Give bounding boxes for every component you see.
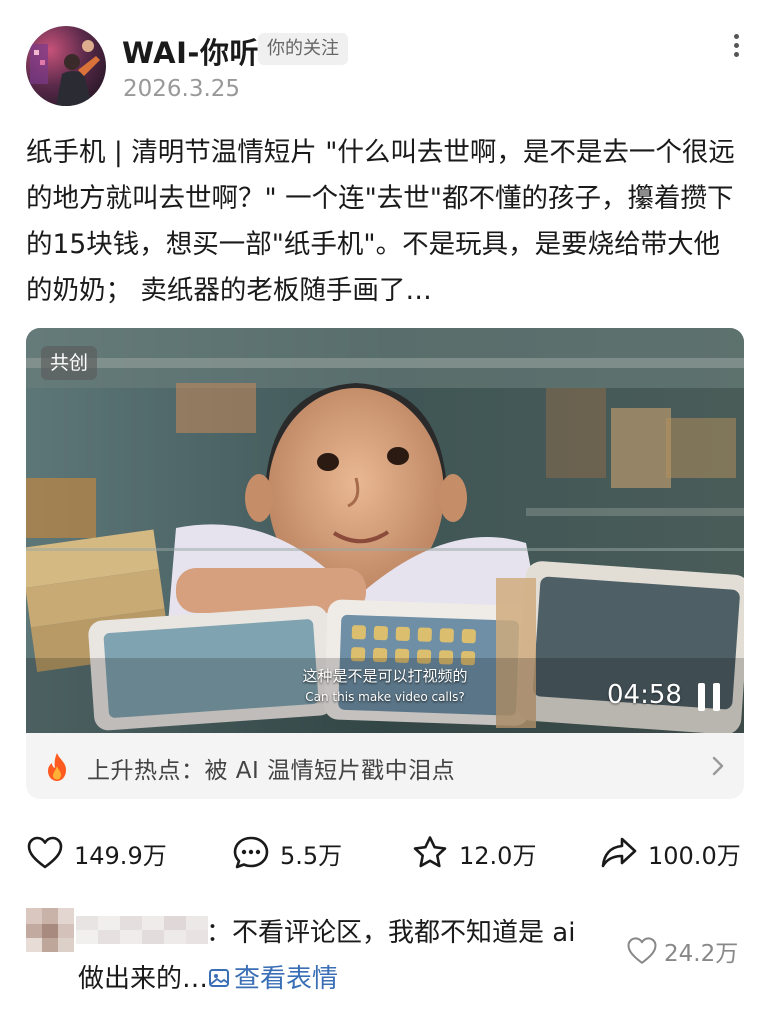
- post-date: 2026.3.25: [123, 76, 241, 102]
- image-icon: [209, 969, 230, 987]
- comment-text: ：不看评论区，我都不知道是 ai 做出来的… 查看表情: [78, 910, 638, 1002]
- heart-icon: [627, 937, 657, 964]
- like-count: 149.9万: [74, 841, 167, 870]
- collab-tag: 共创: [41, 346, 98, 380]
- share-arrow-icon: [601, 837, 637, 868]
- comment-button[interactable]: 5.5万: [232, 832, 342, 874]
- comment-text-line2: 做出来的…: [78, 964, 209, 994]
- comment-count: 5.5万: [280, 841, 343, 870]
- author-avatar[interactable]: [26, 26, 106, 106]
- author-name[interactable]: WAI-你听: [122, 30, 259, 72]
- favorite-button[interactable]: 12.0万: [411, 832, 536, 874]
- comment-text-line1: ：不看评论区，我都不知道是 ai: [206, 918, 576, 948]
- heart-icon: [27, 836, 63, 869]
- favorite-count: 12.0万: [459, 841, 537, 870]
- view-emoji-label: 查看表情: [234, 964, 339, 994]
- comment-like-count: 24.2万: [664, 941, 739, 967]
- hot-topic-bar[interactable]: 上升热点：被 AI 温情短片戳中泪点: [26, 733, 744, 799]
- share-button[interactable]: 100.0万: [600, 832, 741, 874]
- flame-icon: [48, 753, 66, 781]
- chevron-right-icon: [712, 756, 724, 776]
- comment-bubble-icon: [233, 836, 269, 869]
- hot-topic-text: 上升热点：被 AI 温情短片戳中泪点: [87, 758, 456, 784]
- post-header: WAI-你听 你的关注 2026.3.25: [0, 0, 772, 118]
- pause-icon[interactable]: [696, 683, 724, 713]
- top-comment[interactable]: ：不看评论区，我都不知道是 ai 做出来的… 查看表情 24.2万: [26, 900, 746, 1010]
- comment-like-button[interactable]: 24.2万: [626, 934, 738, 968]
- view-emoji-link[interactable]: 查看表情: [208, 964, 338, 994]
- video-duration: 04:58: [607, 680, 682, 710]
- more-icon[interactable]: [724, 30, 748, 64]
- star-icon: [413, 836, 447, 868]
- commenter-avatar-blurred[interactable]: [26, 908, 74, 952]
- video-player[interactable]: 共创 这种是不是可以打视频的 Can this make video calls…: [26, 328, 744, 733]
- like-button[interactable]: 149.9万: [26, 832, 167, 874]
- share-count: 100.0万: [648, 841, 741, 870]
- post-text[interactable]: 纸手机 | 清明节温情短片 "什么叫去世啊，是不是去一个很远的地方就叫去世啊？"…: [26, 130, 746, 314]
- follow-status-badge: 你的关注: [258, 33, 348, 65]
